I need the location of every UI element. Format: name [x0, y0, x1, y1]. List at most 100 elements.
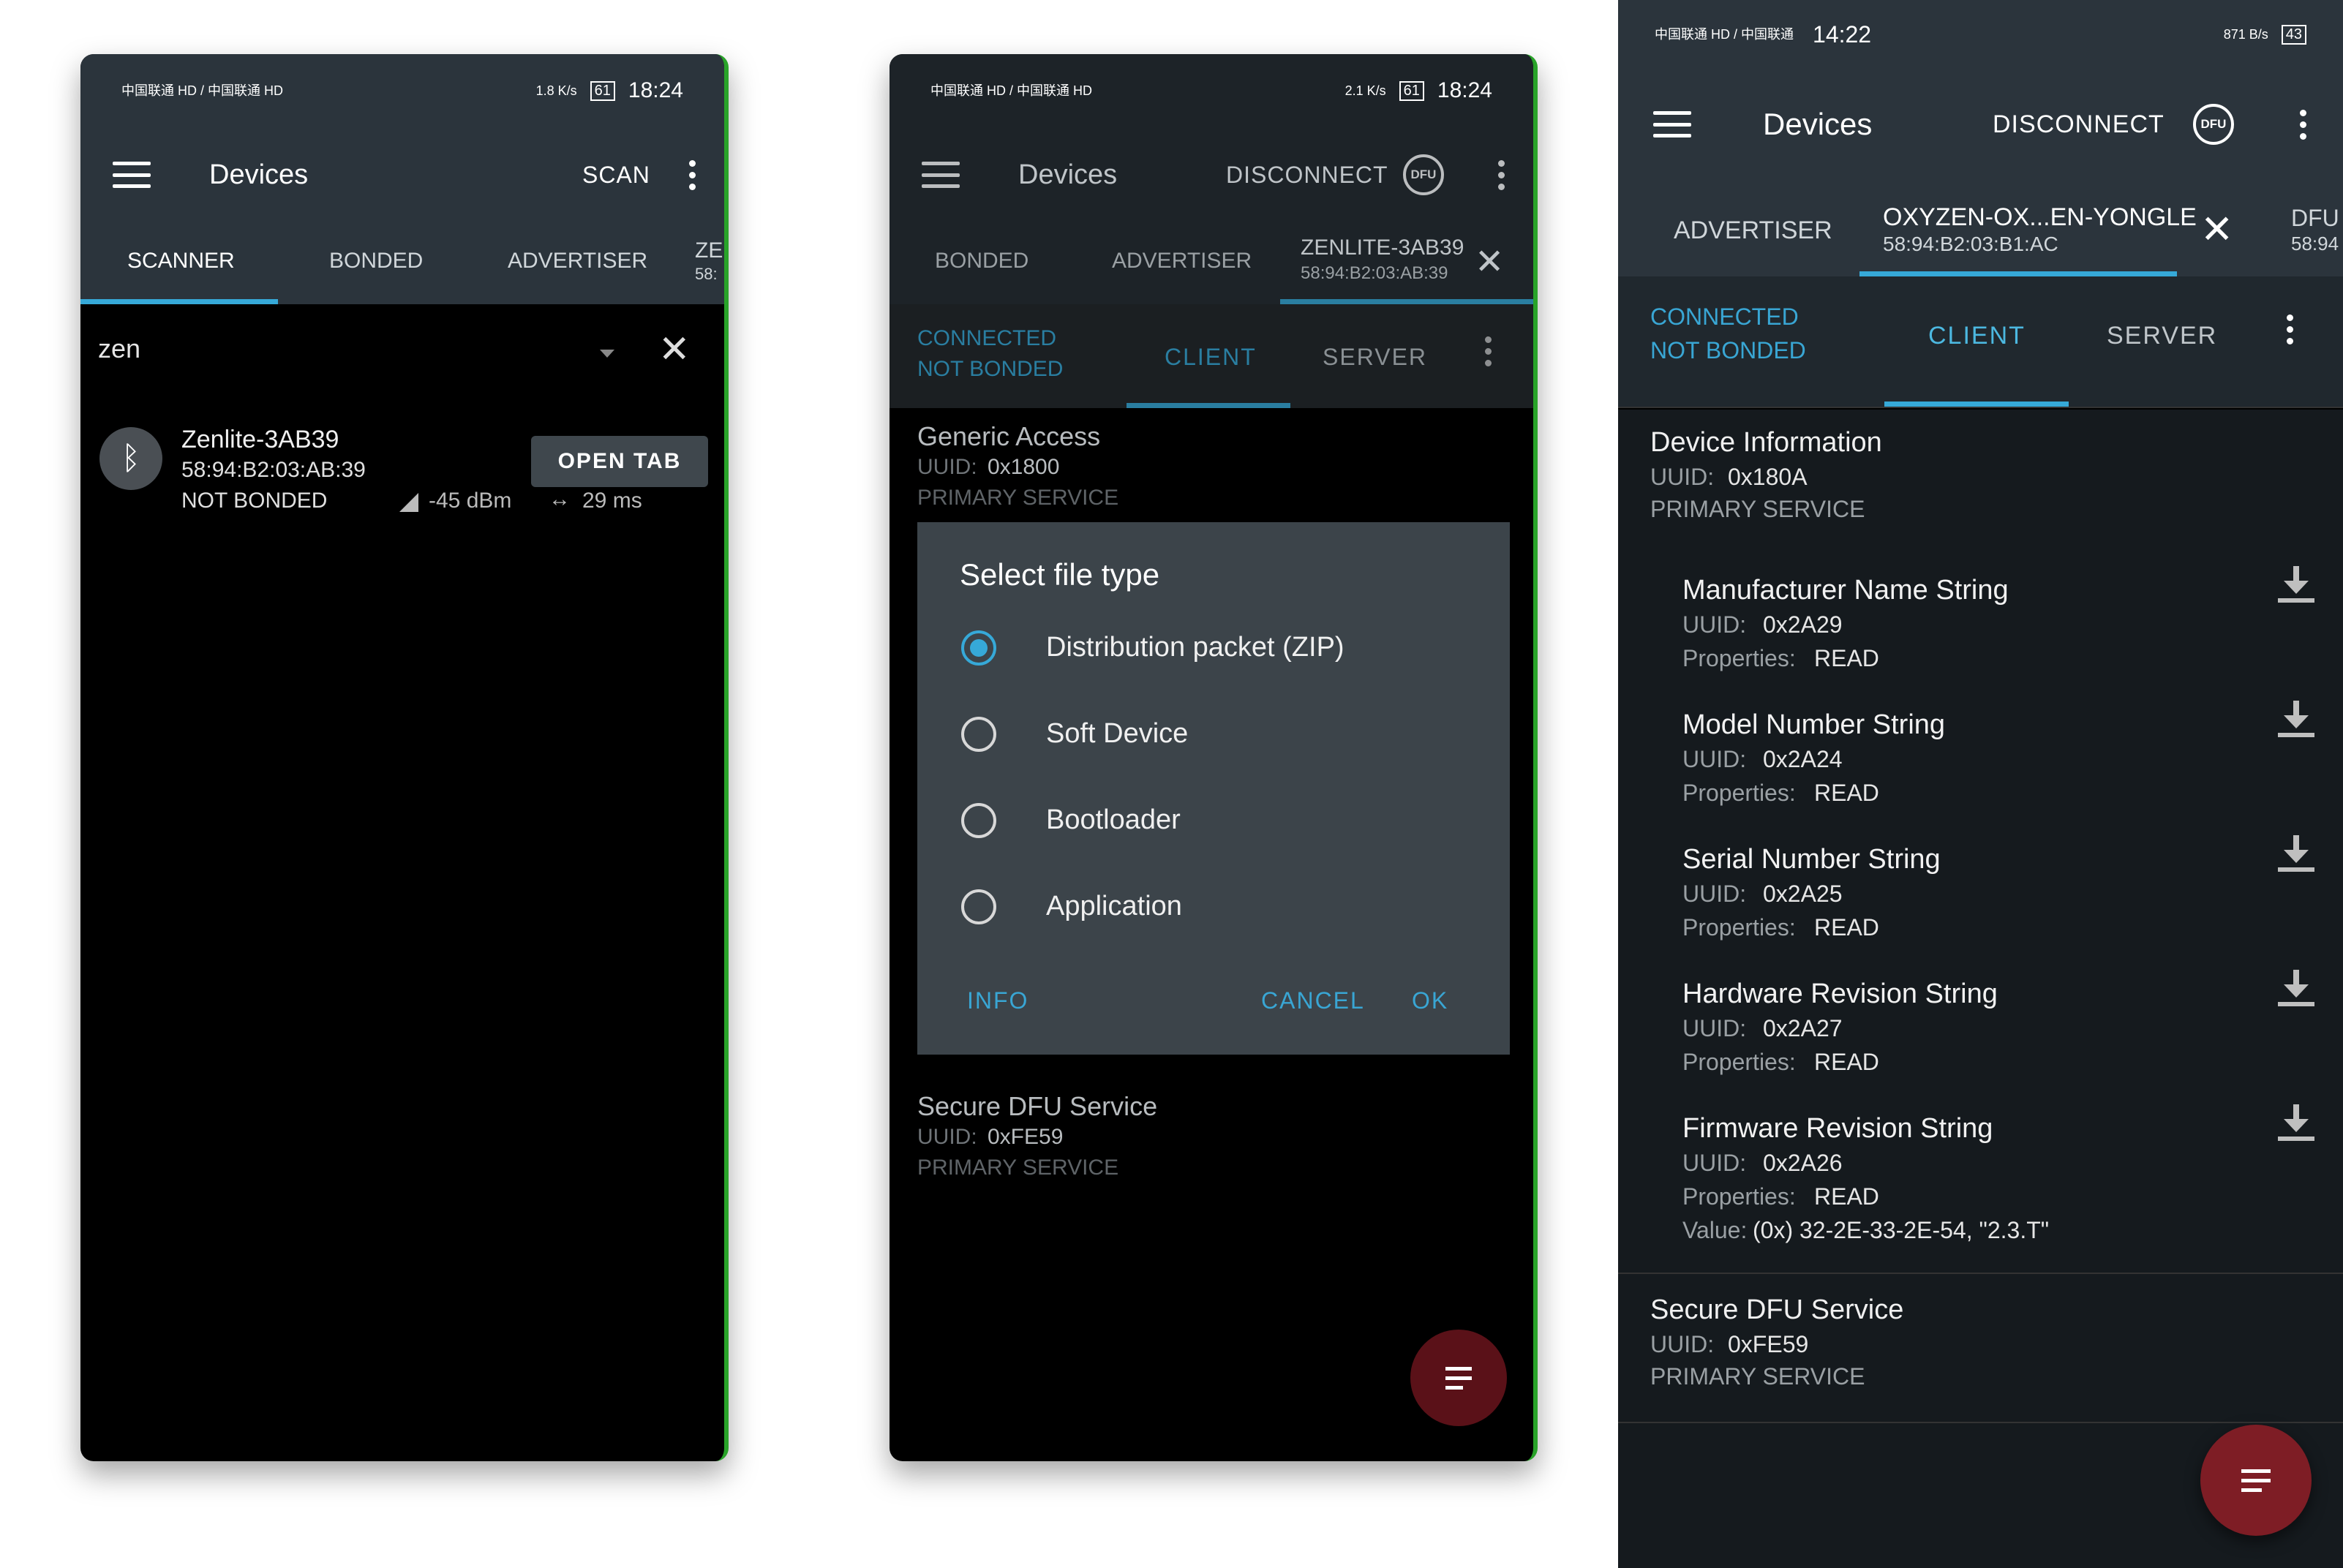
read-download-icon[interactable] — [2276, 970, 2316, 1006]
tab-indicator — [80, 299, 278, 304]
cancel-button[interactable]: CANCEL — [1261, 987, 1365, 1014]
radio-application[interactable] — [961, 889, 996, 924]
connection-menu-icon[interactable] — [1481, 336, 1495, 366]
app-bar: Devices DISCONNECT DFU — [1618, 69, 2343, 180]
menu-icon[interactable] — [1653, 111, 1691, 137]
net-speed: 871 B/s — [2223, 26, 2268, 42]
connection-bar: CONNECTED NOT BONDED CLIENT SERVER — [1618, 276, 2343, 408]
tab-bonded[interactable]: BONDED — [329, 249, 423, 274]
read-download-icon[interactable] — [2276, 1104, 2316, 1141]
tab-bonded[interactable]: BONDED — [935, 249, 1028, 274]
connected-label: CONNECTED — [1650, 304, 1799, 330]
log-fab-button[interactable] — [2200, 1425, 2312, 1536]
service-title: Secure DFU Service — [917, 1091, 1158, 1121]
connection-menu-icon[interactable] — [2282, 314, 2297, 344]
characteristic-item[interactable]: Manufacturer Name String UUID: 0x2A29 Prope… — [1618, 566, 2343, 699]
tab-dfu-partial-addr: 58:94 — [2291, 233, 2339, 255]
close-tab-icon[interactable]: ✕ — [1475, 241, 1504, 282]
device-list-item[interactable]: ᛒ Zenlite-3AB39 58:94:B2:03:AB:39 NOT BO… — [80, 420, 724, 537]
tab-device-name[interactable]: OXYZEN-OX...EN-YONGLE — [1883, 203, 2197, 232]
tab-advertiser[interactable]: ADVERTISER — [508, 249, 647, 274]
menu-icon[interactable] — [922, 162, 960, 188]
ok-button[interactable]: OK — [1412, 987, 1448, 1014]
close-tab-icon[interactable]: ✕ — [2200, 206, 2233, 252]
radio-soft-device[interactable] — [961, 717, 996, 752]
dfu-icon[interactable]: DFU — [2193, 104, 2234, 145]
characteristic-value: (0x) 32-2E-33-2E-54, "2.3.T" — [1753, 1217, 2050, 1243]
tab-bar: ADVERTISER OXYZEN-OX...EN-YONGLE 58:94:B… — [1618, 180, 2343, 276]
service-type: PRIMARY SERVICE — [917, 1156, 1119, 1180]
info-button[interactable]: INFO — [967, 987, 1028, 1014]
menu-icon[interactable] — [113, 162, 151, 188]
device-bond-state: NOT BONDED — [181, 489, 328, 513]
service-type: PRIMARY SERVICE — [1650, 496, 1865, 522]
subtab-server[interactable]: SERVER — [1323, 344, 1427, 371]
device-interval: 29 ms — [582, 489, 642, 513]
connection-bar: CONNECTED NOT BONDED CLIENT SERVER — [890, 304, 1533, 408]
app-title: Devices — [209, 159, 309, 190]
characteristic-item[interactable]: Firmware Revision String UUID: 0x2A26 Prope… — [1618, 1104, 2343, 1274]
service-type: PRIMARY SERVICE — [1650, 1363, 1865, 1390]
clock: 14:22 — [1813, 20, 1872, 48]
subtab-indicator — [1127, 403, 1290, 408]
characteristic-uuid: 0x2A29 — [1763, 611, 1843, 638]
subtab-client[interactable]: CLIENT — [1165, 344, 1257, 371]
subtab-server[interactable]: SERVER — [2107, 322, 2217, 350]
characteristic-name: Serial Number String — [1682, 844, 1941, 875]
characteristic-item[interactable]: Model Number String UUID: 0x2A24 Properties… — [1618, 701, 2343, 834]
characteristic-name: Firmware Revision String — [1682, 1113, 1993, 1144]
phone-client-screen: 中国联通 HD / 中国联通 14:22 871 B/s 43 Devices … — [1618, 0, 2343, 1568]
open-tab-label: OPEN TAB — [557, 449, 682, 473]
read-download-icon[interactable] — [2276, 701, 2316, 737]
service-uuid-label: UUID: — [1650, 1331, 1715, 1357]
option-distribution-packet[interactable]: Distribution packet (ZIP) — [1046, 632, 1345, 663]
option-bootloader[interactable]: Bootloader — [1046, 804, 1181, 836]
radio-bootloader[interactable] — [961, 803, 996, 838]
subtab-client[interactable]: CLIENT — [1928, 322, 2026, 350]
disconnect-button[interactable]: DISCONNECT — [1226, 162, 1388, 189]
tab-scanner[interactable]: SCANNER — [127, 249, 235, 274]
service-uuid: 0x180A — [1728, 464, 1808, 490]
characteristic-uuid-label: UUID: — [1682, 881, 1747, 907]
option-soft-device[interactable]: Soft Device — [1046, 718, 1188, 750]
subtab-indicator — [1884, 402, 2069, 407]
tab-indicator — [1859, 271, 2177, 276]
tab-advertiser[interactable]: ADVERTISER — [1112, 249, 1252, 274]
app-bar: Devices DISCONNECT DFU — [890, 127, 1533, 222]
service-uuid-label: UUID: — [917, 1125, 977, 1149]
overflow-menu-icon[interactable] — [685, 159, 699, 190]
radio-distribution-packet[interactable] — [961, 630, 996, 666]
service-title[interactable]: Device Information — [1650, 427, 1882, 459]
filter-dropdown-icon[interactable] — [600, 350, 614, 358]
read-download-icon[interactable] — [2276, 835, 2316, 872]
connection-state: CONNECTED NOT BONDED — [1650, 300, 1806, 367]
tab-device-name[interactable]: ZENLITE-3AB39 — [1301, 235, 1464, 260]
battery-level: 43 — [2281, 24, 2306, 45]
characteristic-item[interactable]: Serial Number String UUID: 0x2A25 Propertie… — [1618, 835, 2343, 968]
overflow-menu-icon[interactable] — [2295, 109, 2310, 140]
connection-state: CONNECTED NOT BONDED — [917, 323, 1063, 385]
characteristic-properties: READ — [1814, 914, 1879, 941]
option-application[interactable]: Application — [1046, 891, 1182, 922]
services-list: Device Information UUID: 0x180A PRIMARY … — [1618, 410, 2343, 1568]
open-tab-button[interactable]: OPEN TAB — [531, 436, 708, 487]
tab-advertiser[interactable]: ADVERTISER — [1674, 216, 1832, 245]
overflow-menu-icon[interactable] — [1494, 159, 1508, 190]
scan-button[interactable]: SCAN — [582, 162, 650, 189]
filter-input[interactable]: zen — [98, 333, 140, 364]
log-fab-button[interactable] — [1410, 1330, 1507, 1426]
service-title[interactable]: Secure DFU Service — [1650, 1294, 1903, 1326]
status-bar: 中国联通 HD / 中国联通 HD 1.8 K/s 61 18:24 — [80, 54, 724, 127]
select-file-type-dialog: Select file type Distribution packet (ZI… — [917, 522, 1510, 1055]
app-title: Devices — [1018, 159, 1118, 190]
tab-device-partial[interactable]: ZE — [695, 238, 723, 263]
disconnect-button[interactable]: DISCONNECT — [1993, 110, 2165, 139]
read-download-icon[interactable] — [2276, 566, 2316, 603]
clear-filter-icon[interactable]: ✕ — [658, 328, 691, 372]
characteristic-item[interactable]: Hardware Revision String UUID: 0x2A27 Prope… — [1618, 970, 2343, 1103]
dfu-icon[interactable]: DFU — [1403, 154, 1444, 195]
bond-label: NOT BONDED — [1650, 337, 1806, 363]
tab-dfu-partial[interactable]: DFU — [2291, 205, 2339, 232]
tab-device-address: 58:94:B2:03:B1:AC — [1883, 233, 2058, 255]
carrier-text: 中国联通 HD / 中国联通 HD — [121, 83, 284, 98]
